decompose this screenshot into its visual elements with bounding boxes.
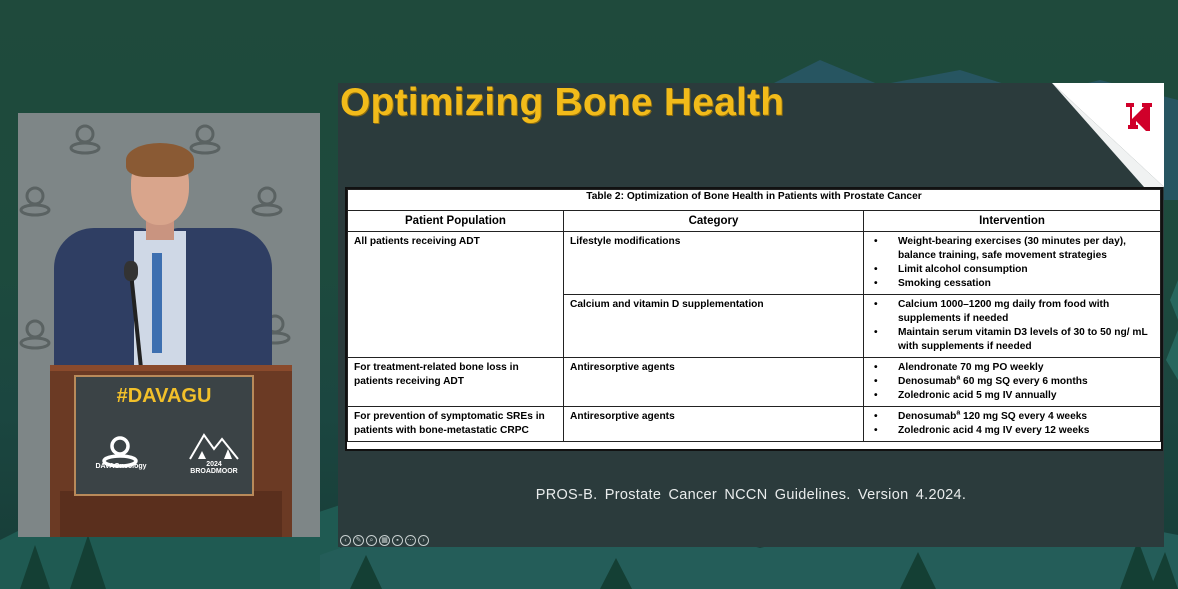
- drug-name: Denosumab: [898, 376, 957, 387]
- table-row: All patients receiving ADT Lifestyle mod…: [347, 231, 1161, 358]
- intervention-item: Alendronate 70 mg PO weekly: [874, 361, 1154, 375]
- slide-citation: PROS-B. Prostate Cancer NCCN Guidelines.…: [535, 487, 967, 503]
- event-logo-text: 2024 BROADMOOR: [190, 461, 238, 475]
- lanyard: [152, 253, 162, 353]
- intervention-item: Denosumaba 120 mg SQ every 4 weeks: [874, 410, 1154, 424]
- dosage: 60 mg SQ every 6 months: [960, 376, 1088, 387]
- zoom-icon[interactable]: ⌕: [366, 535, 377, 546]
- intervention-item: Zoledronic acid 4 mg IV every 12 weeks: [874, 424, 1154, 438]
- population-cell: For prevention of symptomatic SREs in pa…: [347, 406, 564, 442]
- backdrop-logo-icon: [69, 124, 101, 155]
- pen-icon[interactable]: ✎: [353, 535, 364, 546]
- bone-health-table: Table 2: Optimization of Bone Health in …: [345, 187, 1163, 451]
- presentation-toolbar: ‹ ✎ ⌕ ▦ ▪ ⋯ ›: [340, 535, 429, 547]
- intervention-item: Denosumaba 60 mg SQ every 6 months: [874, 375, 1154, 389]
- microphone-icon: [124, 261, 138, 281]
- intervention-item: Weight-bearing exercises (30 minutes per…: [874, 235, 1154, 263]
- table-row: For treatment-related bone loss in patie…: [347, 357, 1161, 407]
- column-header-intervention: Intervention: [863, 210, 1161, 232]
- podium-base: [60, 491, 282, 537]
- intervention-item: Calcium 1000–1200 mg daily from food wit…: [874, 298, 1154, 326]
- speaker-video: #DAVAGU DAVAOncology 2024 BROADMOOR: [18, 113, 320, 537]
- university-logo-icon: [1052, 83, 1164, 187]
- grid-icon[interactable]: ▦: [379, 535, 390, 546]
- backdrop-logo-icon: [189, 124, 221, 155]
- population-cell: For treatment-related bone loss in patie…: [347, 357, 564, 407]
- column-header-population: Patient Population: [347, 210, 564, 232]
- slide-title: Optimizing Bone Health: [340, 83, 785, 124]
- presentation-slide: Optimizing Bone Health Table 2: Optimiza…: [338, 83, 1164, 547]
- category-cell: Calcium and vitamin D supplementation: [563, 294, 864, 358]
- backdrop-logo-icon: [251, 186, 283, 217]
- next-icon[interactable]: ›: [418, 535, 429, 546]
- intervention-cell: Calcium 1000–1200 mg daily from food wit…: [863, 294, 1161, 358]
- column-header-category: Category: [563, 210, 864, 232]
- speaker-hair: [126, 143, 194, 177]
- category-cell: Antiresorptive agents: [563, 357, 864, 407]
- video-icon[interactable]: ▪: [392, 535, 403, 546]
- more-icon[interactable]: ⋯: [405, 535, 416, 546]
- intervention-cell: Alendronate 70 mg PO weekly Denosumaba 6…: [863, 357, 1161, 407]
- podium-sign: #DAVAGU DAVAOncology 2024 BROADMOOR: [74, 375, 254, 496]
- event-hashtag: #DAVAGU: [116, 385, 212, 407]
- backdrop-logo-icon: [19, 186, 51, 217]
- previous-icon[interactable]: ‹: [340, 535, 351, 546]
- table-row: For prevention of symptomatic SREs in pa…: [347, 406, 1161, 442]
- mountain-logo-icon: [189, 433, 239, 460]
- intervention-cell: Denosumaba 120 mg SQ every 4 weeks Zoled…: [863, 406, 1161, 442]
- intervention-item: Maintain serum vitamin D3 levels of 30 t…: [874, 326, 1154, 354]
- table-caption: Table 2: Optimization of Bone Health in …: [347, 189, 1161, 211]
- category-cell: Lifestyle modifications: [563, 231, 864, 295]
- backdrop-logo-icon: [19, 319, 51, 350]
- intervention-cell: Weight-bearing exercises (30 minutes per…: [863, 231, 1161, 295]
- population-cell: All patients receiving ADT: [347, 231, 564, 358]
- intervention-item: Zoledronic acid 5 mg IV annually: [874, 389, 1154, 403]
- intervention-item: Smoking cessation: [874, 277, 1154, 291]
- dosage: 120 mg SQ every 4 weeks: [960, 411, 1088, 422]
- intervention-item: Limit alcohol consumption: [874, 263, 1154, 277]
- drug-name: Denosumab: [898, 411, 957, 422]
- org-logo-text: DAVAOncology: [95, 463, 147, 470]
- category-cell: Antiresorptive agents: [563, 406, 864, 442]
